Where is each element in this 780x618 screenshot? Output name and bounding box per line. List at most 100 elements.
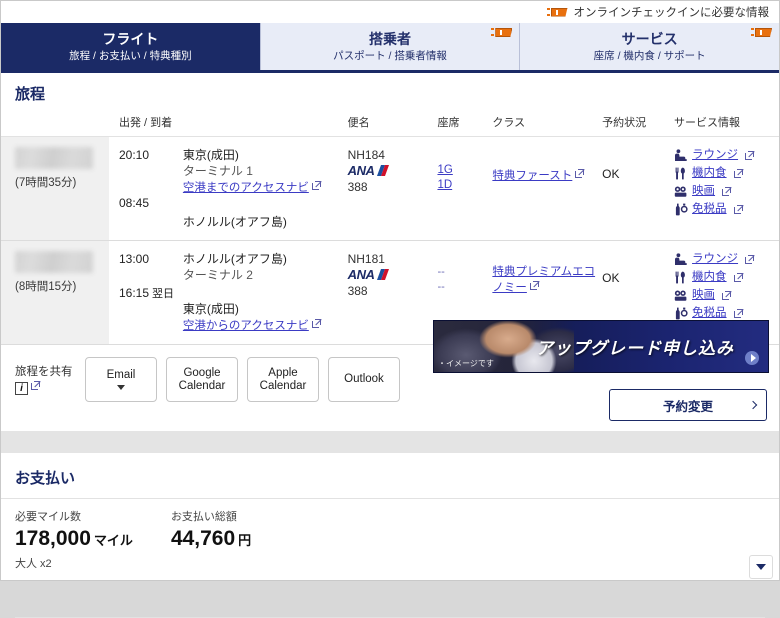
payment-expand-toggle[interactable] bbox=[749, 555, 773, 579]
share-itinerary-label: 旅程を共有 bbox=[15, 366, 73, 378]
arrive-time: 08:45 bbox=[118, 196, 149, 210]
airport-access-link[interactable]: 空港からのアクセスナビ bbox=[183, 320, 309, 332]
share-outlook-button[interactable]: Outlook bbox=[328, 357, 400, 402]
ana-slash-icon bbox=[376, 269, 389, 280]
fare-class-link[interactable]: 特典プレミアムエコノミー bbox=[492, 266, 595, 294]
share-email-label: Email bbox=[106, 369, 136, 381]
change-reservation-button[interactable]: 予約変更 bbox=[609, 389, 767, 421]
service-movie[interactable]: 映画 bbox=[674, 287, 779, 303]
flight-info: NH181 ANA 388 bbox=[347, 240, 438, 345]
external-link-icon bbox=[733, 168, 744, 178]
passenger-count: 大人 x2 bbox=[15, 558, 52, 570]
meal-icon bbox=[674, 167, 688, 180]
total-label: お支払い総額 bbox=[170, 511, 237, 523]
flight-times: 13:00 16:15 翌日 bbox=[108, 240, 183, 345]
external-link-icon bbox=[733, 308, 744, 318]
total-column: お支払い総額 44,760 円 bbox=[171, 508, 251, 571]
flight-number: NH184 bbox=[347, 148, 385, 162]
service-meal[interactable]: 機内食 bbox=[674, 165, 779, 181]
online-checkin-notice-label: オンラインチェックインに必要な情報 bbox=[573, 7, 770, 19]
service-lounge-label[interactable]: ラウンジ bbox=[692, 147, 738, 163]
arrive-next-day: 翌日 bbox=[152, 288, 174, 300]
service-lounge-label[interactable]: ラウンジ bbox=[692, 251, 738, 267]
service-meal[interactable]: 機内食 bbox=[674, 269, 779, 285]
airline-logo: ANA bbox=[348, 267, 438, 283]
service-meal-label[interactable]: 機内食 bbox=[692, 269, 727, 285]
flight-places: 東京(成田) ターミナル 1 空港までのアクセスナビ ホノルル(オアフ島) bbox=[182, 136, 348, 241]
ticket-icon bbox=[751, 27, 773, 38]
service-duty-free[interactable]: 免税品 bbox=[674, 201, 779, 217]
ana-logo-text: ANA bbox=[347, 267, 375, 282]
tab-flight[interactable]: フライト 旅程 / お支払い / 特典種別 bbox=[1, 23, 261, 70]
movie-camera-icon bbox=[674, 289, 688, 302]
section-divider bbox=[1, 431, 779, 453]
service-movie-label[interactable]: 映画 bbox=[692, 287, 715, 303]
share-itinerary-label-wrap: 旅程を共有 i bbox=[15, 357, 85, 396]
meal-icon bbox=[674, 271, 688, 284]
share-outlook-label: Outlook bbox=[344, 373, 384, 385]
share-apple-calendar-button[interactable]: Apple Calendar bbox=[247, 357, 319, 402]
flight-date-cell: (7時間35分) bbox=[1, 136, 109, 241]
tab-service-title: サービス bbox=[621, 30, 678, 47]
arrive-time: 16:15 bbox=[118, 286, 149, 300]
miles-column: 必要マイル数 178,000 マイル 大人 x2 bbox=[15, 508, 133, 571]
service-duty-free-label[interactable]: 免税品 bbox=[692, 201, 727, 217]
info-icon[interactable]: i bbox=[15, 382, 28, 395]
upgrade-banner[interactable]: ・イメージです アップグレード申し込み bbox=[433, 320, 769, 373]
share-google-calendar-label-2: Calendar bbox=[178, 379, 226, 392]
airline-logo: ANA bbox=[348, 163, 438, 179]
external-link-icon bbox=[733, 272, 744, 282]
tab-passenger-title: 搭乗者 bbox=[369, 30, 411, 47]
airport-access-link-wrap[interactable]: 空港からのアクセスナビ bbox=[183, 317, 348, 334]
external-link-icon bbox=[722, 186, 732, 196]
calendar-button-group: Email Google Calendar Apple Calendar Out… bbox=[85, 357, 400, 402]
lounge-seat-icon bbox=[674, 148, 688, 162]
table-row: (7時間35分) 20:10 08:45 東京(成田) ターミナル 1 空港まで… bbox=[1, 136, 779, 241]
depart-terminal: ターミナル 1 bbox=[182, 164, 253, 178]
ticket-icon bbox=[491, 27, 513, 38]
tab-passenger[interactable]: 搭乗者 パスポート / 搭乗者情報 bbox=[260, 23, 521, 70]
redacted-date bbox=[15, 147, 93, 169]
seat-link-1[interactable]: 1G bbox=[437, 163, 492, 178]
service-lounge[interactable]: ラウンジ bbox=[674, 147, 779, 163]
movie-camera-icon bbox=[674, 185, 688, 198]
service-duty-free[interactable]: 免税品 bbox=[674, 305, 779, 321]
seat-link-2[interactable]: 1D bbox=[437, 178, 492, 193]
col-status: 予約状況 bbox=[602, 112, 675, 137]
online-checkin-notice[interactable]: オンラインチェックインに必要な情報 bbox=[1, 1, 779, 23]
service-movie[interactable]: 映画 bbox=[674, 183, 779, 199]
service-meal-label[interactable]: 機内食 bbox=[692, 165, 727, 181]
service-movie-label[interactable]: 映画 bbox=[692, 183, 715, 199]
service-lounge[interactable]: ラウンジ bbox=[674, 251, 779, 267]
miles-unit: マイル bbox=[93, 533, 133, 548]
duty-free-icon bbox=[674, 203, 688, 216]
itinerary-heading: 旅程 bbox=[15, 86, 46, 103]
flight-date-cell: (8時間15分) bbox=[1, 240, 109, 345]
airport-access-link-wrap[interactable]: 空港までのアクセスナビ bbox=[183, 179, 348, 196]
tab-service[interactable]: サービス 座席 / 機内食 / サポート bbox=[520, 23, 780, 70]
total-value: 44,760 bbox=[170, 527, 236, 550]
external-link-icon bbox=[529, 281, 540, 290]
col-class: クラス bbox=[492, 112, 603, 137]
share-apple-calendar-label-2: Calendar bbox=[259, 379, 307, 392]
share-google-calendar-button[interactable]: Google Calendar bbox=[166, 357, 238, 402]
col-departarrive: 出発 / 到着 bbox=[108, 112, 183, 137]
seat-cell: 1G 1D bbox=[437, 136, 493, 241]
share-email-button[interactable]: Email bbox=[85, 357, 157, 402]
tab-flight-subtitle: 旅程 / お支払い / 特典種別 bbox=[69, 49, 192, 62]
airport-access-link[interactable]: 空港までのアクセスナビ bbox=[183, 182, 309, 194]
depart-terminal: ターミナル 2 bbox=[182, 268, 253, 282]
payment-body: 必要マイル数 178,000 マイル 大人 x2 お支払い総額 44,760 円 bbox=[1, 498, 779, 618]
flight-times: 20:10 08:45 bbox=[108, 136, 183, 241]
payment-section: お支払い 必要マイル数 178,000 マイル 大人 x2 お支払い総額 44,7… bbox=[1, 453, 779, 618]
seat-placeholder-1: -- bbox=[437, 266, 445, 278]
play-arrow-icon bbox=[745, 351, 759, 365]
lounge-seat-icon bbox=[674, 252, 688, 266]
itinerary-table-header: 出発 / 到着 便名 座席 クラス 予約状況 サービス情報 bbox=[1, 112, 779, 137]
tab-flight-title: フライト bbox=[102, 30, 159, 47]
aircraft-type: 388 bbox=[347, 180, 368, 194]
service-duty-free-label[interactable]: 免税品 bbox=[692, 305, 727, 321]
external-link-icon bbox=[311, 181, 322, 190]
payment-heading: お支払い bbox=[15, 470, 76, 487]
fare-class-link[interactable]: 特典ファースト bbox=[492, 170, 572, 182]
